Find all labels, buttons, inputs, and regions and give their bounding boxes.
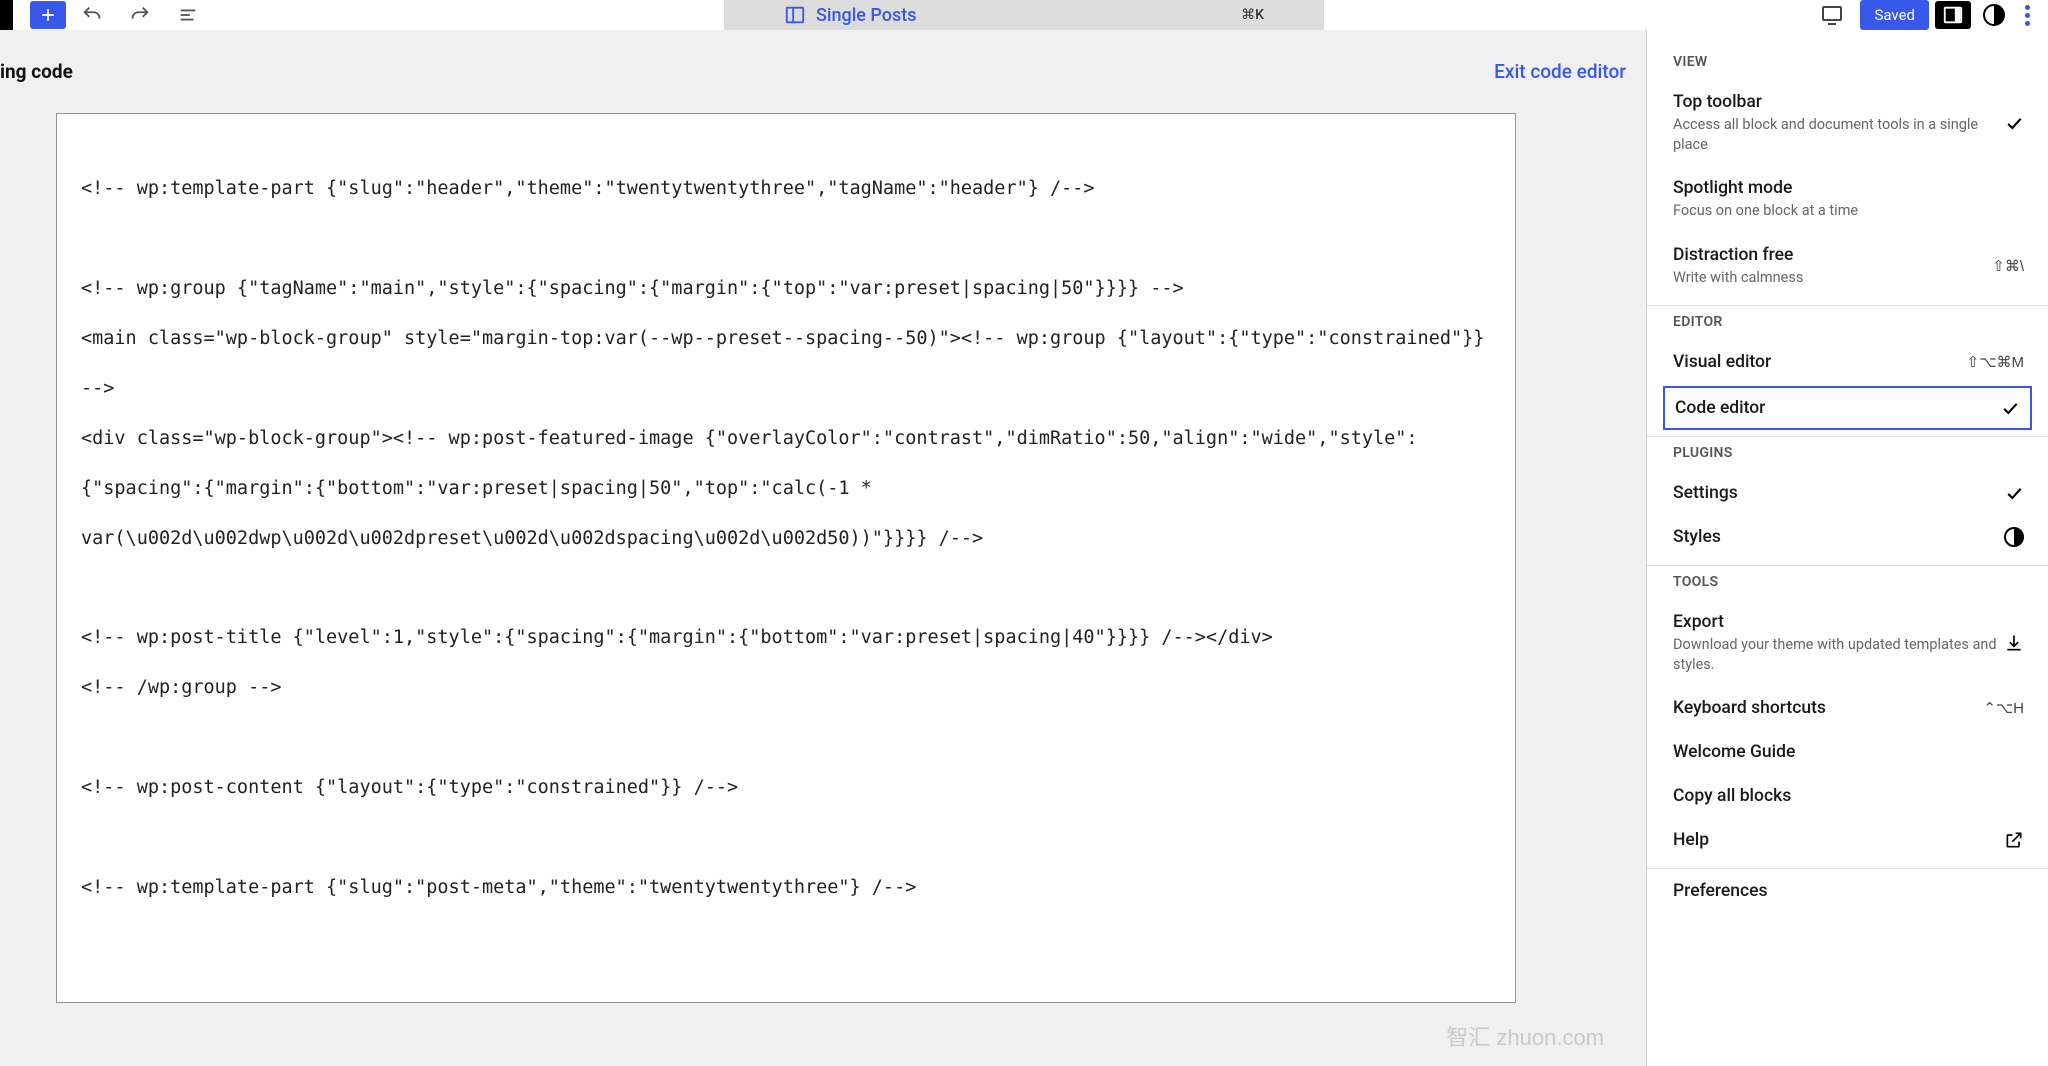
editor-header: ing code Exit code editor	[0, 30, 1646, 95]
download-icon	[2004, 633, 2024, 653]
external-link-icon	[2004, 830, 2024, 850]
watermark: 智汇 zhuon.com	[1446, 1020, 1604, 1052]
exit-code-editor-link[interactable]: Exit code editor	[1494, 60, 1626, 83]
shortcut-label: ⇧⌘\	[1992, 257, 2024, 275]
options-sidebar: VIEW Top toolbar Access all block and do…	[1646, 30, 2048, 1066]
undo-button[interactable]	[70, 0, 114, 30]
half-circle-icon	[1983, 4, 2005, 26]
menu-help[interactable]: Help	[1647, 818, 2048, 862]
layout-icon	[784, 4, 806, 26]
menu-export[interactable]: Export Download your theme with updated …	[1647, 600, 2048, 686]
shortcut-label: ⇧⌥⌘M	[1967, 353, 2024, 371]
editor-area: ing code Exit code editor <!-- wp:templa…	[0, 30, 1646, 1066]
sidebar-icon	[1942, 4, 1964, 26]
add-block-button[interactable]	[30, 1, 66, 29]
template-selector[interactable]: Single Posts ⌘K	[724, 0, 1324, 30]
editing-code-label: ing code	[0, 60, 73, 83]
shortcut-label: ⌃⌥H	[1983, 699, 2024, 717]
wp-logo-edge	[0, 0, 13, 30]
menu-keyboard-shortcuts[interactable]: Keyboard shortcuts ⌃⌥H	[1647, 686, 2048, 730]
top-toolbar: Single Posts ⌘K Saved	[0, 0, 2048, 30]
template-title: Single Posts	[816, 5, 917, 26]
menu-preferences[interactable]: Preferences	[1647, 869, 2048, 905]
list-icon	[177, 4, 199, 26]
section-header-editor: EDITOR	[1647, 306, 2048, 340]
options-menu-button[interactable]	[2017, 5, 2038, 26]
toolbar-left	[0, 0, 210, 30]
plus-icon	[38, 5, 58, 25]
check-icon	[2000, 398, 2020, 418]
menu-copy-all-blocks[interactable]: Copy all blocks	[1647, 774, 2048, 818]
menu-top-toolbar[interactable]: Top toolbar Access all block and documen…	[1647, 80, 2048, 166]
redo-icon	[129, 4, 151, 26]
styles-toggle[interactable]	[1977, 4, 2011, 26]
undo-icon	[81, 4, 103, 26]
save-button[interactable]: Saved	[1860, 0, 1929, 30]
settings-panel-toggle[interactable]	[1935, 1, 1971, 29]
document-overview-button[interactable]	[166, 0, 210, 30]
half-circle-icon	[2004, 527, 2024, 547]
redo-button[interactable]	[118, 0, 162, 30]
menu-spotlight-mode[interactable]: Spotlight mode Focus on one block at a t…	[1647, 166, 2048, 233]
code-editor-textarea[interactable]: <!-- wp:template-part {"slug":"header","…	[56, 113, 1516, 1003]
command-shortcut: ⌘K	[1241, 7, 1264, 23]
toolbar-right: Saved	[1810, 0, 2048, 30]
main-area: ing code Exit code editor <!-- wp:templa…	[0, 30, 2048, 1066]
check-icon	[2004, 483, 2024, 503]
view-button[interactable]	[1810, 0, 1854, 30]
section-header-plugins: PLUGINS	[1647, 437, 2048, 471]
desktop-icon	[1820, 3, 1844, 27]
check-icon	[2004, 113, 2024, 133]
menu-visual-editor[interactable]: Visual editor ⇧⌥⌘M	[1647, 340, 2048, 384]
menu-welcome-guide[interactable]: Welcome Guide	[1647, 730, 2048, 774]
menu-code-editor[interactable]: Code editor	[1663, 386, 2032, 430]
menu-distraction-free[interactable]: Distraction free Write with calmness ⇧⌘\	[1647, 233, 2048, 300]
menu-styles[interactable]: Styles	[1647, 515, 2048, 559]
menu-settings[interactable]: Settings	[1647, 471, 2048, 515]
section-header-view: VIEW	[1647, 46, 2048, 80]
section-header-tools: TOOLS	[1647, 566, 2048, 600]
